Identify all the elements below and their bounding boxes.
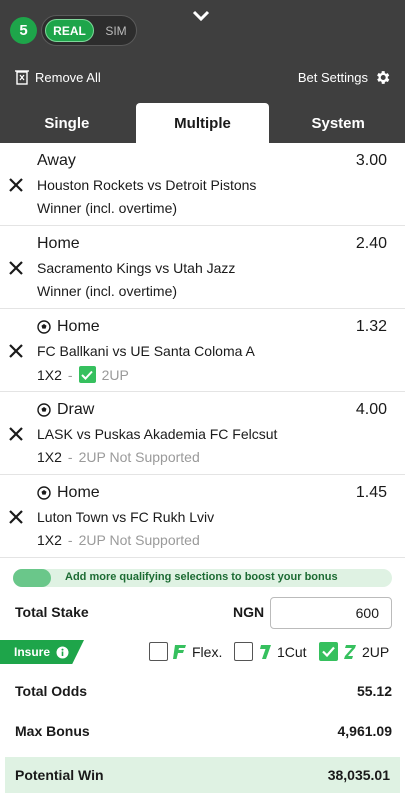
chevron-down-icon[interactable]	[190, 6, 212, 26]
max-bonus-value: 4,961.09	[337, 723, 393, 739]
market-label: 1X2	[37, 532, 62, 548]
potential-win-value: 38,035.01	[327, 767, 390, 783]
pick-text: Away	[37, 152, 76, 169]
selection-row: Home 1.45 Luton Town vs FC Rukh Lviv 1X2-2U…	[0, 475, 405, 558]
match-name: Luton Town vs FC Rukh Lviv	[37, 509, 215, 525]
info-icon	[56, 646, 69, 658]
market-row: 1X2-2UP Not Supported	[37, 532, 200, 548]
tab-system[interactable]: System	[271, 103, 405, 143]
odds-value: 1.32	[355, 318, 387, 335]
selection-row: Home 1.32 FC Ballkani vs UE Santa Coloma A…	[0, 309, 405, 392]
pick-label: Home	[37, 484, 100, 502]
market-label: Winner (incl. overtime)	[37, 283, 178, 299]
market-label: 1X2	[37, 366, 62, 383]
flex-option[interactable]: Flex.	[149, 642, 222, 661]
total-odds-value: 55.12	[356, 683, 392, 699]
bonus-progress-bar: Add more qualifying selections to boost …	[13, 569, 392, 587]
tab-single[interactable]: Single	[0, 103, 134, 143]
twoup-separator: -	[67, 366, 73, 383]
selection-row: Draw 4.00 LASK vs Puskas Akademia FC Felcs…	[0, 392, 405, 475]
flex-label: Flex.	[192, 643, 223, 660]
match-name: Houston Rockets vs Detroit Pistons	[37, 177, 257, 193]
twoup-status: 2UP Not Supported	[78, 532, 200, 548]
potential-win-label: Potential Win	[15, 767, 104, 783]
bonus-progress-fill	[13, 569, 51, 587]
max-bonus-label: Max Bonus	[15, 723, 90, 739]
flex-icon	[173, 644, 186, 659]
pick-text: Home	[57, 484, 100, 501]
total-odds-row: Total Odds 55.12	[15, 683, 392, 699]
insure-button[interactable]: Insure	[0, 640, 84, 664]
market-row: Winner (incl. overtime)	[37, 283, 177, 299]
market-label: Winner (incl. overtime)	[37, 200, 178, 216]
one-cut-option[interactable]: 1Cut	[234, 642, 307, 661]
currency-label: NGN	[233, 604, 265, 620]
market-label: 1X2	[37, 449, 62, 465]
remove-all-label: Remove All	[35, 69, 101, 85]
one-cut-label: 1Cut	[277, 643, 307, 660]
twoup-separator: -	[67, 449, 73, 465]
two-up-option[interactable]: 2UP	[319, 642, 389, 661]
soccer-ball-icon	[37, 403, 51, 417]
trash-icon	[15, 70, 29, 85]
bonus-progress-text: Add more qualifying selections to boost …	[65, 571, 338, 583]
mode-real-button[interactable]: REAL	[45, 19, 94, 42]
twoup-checkbox[interactable]	[78, 366, 96, 383]
gear-icon	[377, 71, 390, 84]
match-name: LASK vs Puskas Akademia FC Felcsut	[37, 426, 278, 442]
remove-selection-icon[interactable]	[8, 177, 24, 193]
pick-label: Home	[37, 318, 100, 336]
remove-selection-icon[interactable]	[8, 343, 24, 359]
bet-settings-button[interactable]: Bet Settings	[298, 69, 391, 86]
match-name: Sacramento Kings vs Utah Jazz	[37, 260, 236, 276]
total-odds-label: Total Odds	[15, 683, 88, 699]
pick-text: Home	[57, 318, 100, 335]
selection-row: Away 3.00 Houston Rockets vs Detroit Pisto…	[0, 143, 405, 226]
soccer-ball-icon	[37, 486, 51, 500]
remove-all-button[interactable]: Remove All	[15, 69, 101, 85]
remove-selection-icon[interactable]	[8, 260, 24, 276]
betslip-header: 5 REAL SIM Remove All Bet Settings Singl…	[0, 0, 405, 143]
stake-input[interactable]	[270, 597, 392, 629]
max-bonus-row: Max Bonus 4,961.09	[15, 723, 392, 739]
twoup-separator: -	[67, 532, 73, 548]
flex-checkbox[interactable]	[149, 642, 168, 661]
one-cut-icon	[260, 644, 271, 659]
two-up-icon	[344, 644, 356, 659]
soccer-ball-icon	[37, 320, 51, 334]
mode-sim-button[interactable]: SIM	[99, 19, 133, 42]
check-icon	[81, 370, 93, 380]
market-row: Winner (incl. overtime)	[37, 200, 177, 216]
twoup-status: 2UP Not Supported	[78, 449, 200, 465]
pick-label: Draw	[37, 401, 94, 419]
bet-settings-label: Bet Settings	[297, 70, 368, 85]
remove-selection-icon[interactable]	[8, 426, 24, 442]
one-cut-checkbox[interactable]	[234, 642, 253, 661]
bet-type-tabs: Single Multiple System	[0, 103, 405, 143]
pick-text: Home	[37, 235, 80, 252]
remove-selection-icon[interactable]	[8, 509, 24, 525]
pick-text: Draw	[57, 401, 95, 418]
match-name: FC Ballkani vs UE Santa Coloma A	[37, 343, 255, 359]
real-sim-toggle[interactable]: REAL SIM	[41, 15, 137, 46]
selection-count-badge: 5	[10, 17, 37, 44]
odds-value: 3.00	[355, 152, 387, 169]
twoup-status: 2UP	[101, 366, 129, 383]
odds-value: 1.45	[355, 484, 387, 501]
potential-win-row: Potential Win 38,035.01	[5, 757, 400, 793]
insure-label: Insure	[14, 645, 51, 659]
market-row: 1X2- 2UP	[37, 366, 129, 383]
tab-multiple[interactable]: Multiple	[135, 103, 270, 143]
check-icon	[322, 646, 335, 657]
two-up-label: 2UP	[362, 643, 390, 660]
selection-row: Home 2.40 Sacramento Kings vs Utah Jazz Win…	[0, 226, 405, 309]
odds-value: 2.40	[355, 235, 387, 252]
total-stake-label: Total Stake	[15, 604, 89, 620]
odds-value: 4.00	[355, 401, 387, 418]
selection-list: Away 3.00 Houston Rockets vs Detroit Pisto…	[0, 143, 405, 558]
two-up-checkbox[interactable]	[319, 642, 338, 661]
market-row: 1X2-2UP Not Supported	[37, 449, 200, 465]
pick-label: Away	[37, 152, 76, 170]
pick-label: Home	[37, 235, 80, 253]
